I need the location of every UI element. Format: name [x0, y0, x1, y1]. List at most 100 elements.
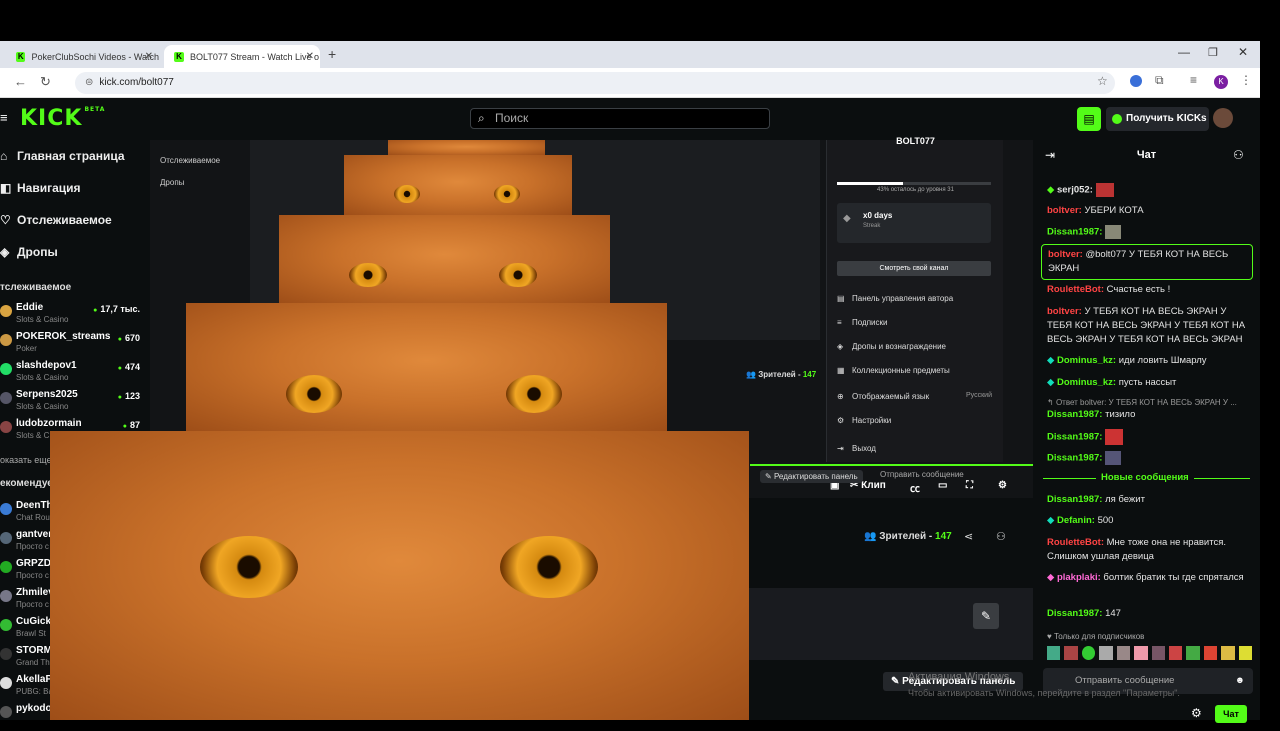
hamburger-menu-icon[interactable]: ≡ — [0, 110, 8, 125]
channel-category: Brawl St — [16, 629, 46, 638]
chat-username[interactable]: Dissan1987: — [1047, 227, 1102, 238]
emote-icon[interactable] — [1116, 646, 1131, 660]
browser-tab-1[interactable]: K PokerClubSochi Videos - Watch ✕ — [6, 45, 159, 68]
avatar — [0, 392, 12, 404]
user-avatar[interactable] — [1213, 108, 1233, 128]
chat-users-icon[interactable]: ⚇ — [1233, 148, 1244, 162]
get-kicks-button[interactable]: Получить KICKs — [1106, 107, 1209, 131]
chat-username[interactable]: Defanin: — [1057, 515, 1095, 526]
menu-item-collectibles[interactable]: ▦ Коллекционные предметы — [837, 366, 950, 375]
minimize-icon[interactable]: — — [1178, 45, 1190, 59]
chat-username[interactable]: Dissan1987: — [1047, 494, 1102, 505]
url-field[interactable]: ⊜ kick.com/bolt077 — [75, 72, 1115, 94]
close-window-icon[interactable]: ✕ — [1238, 45, 1248, 59]
subscriptions-icon: ≡ — [837, 318, 842, 327]
emote-icon[interactable] — [1151, 646, 1165, 660]
nav-following[interactable]: ♡ Отслеживаемое — [0, 213, 112, 227]
nav-browse[interactable]: ◧ Навигация — [0, 181, 81, 195]
chat-username[interactable]: boltver: — [1047, 306, 1082, 317]
emote-icon[interactable] — [1081, 646, 1096, 660]
emote-icon[interactable] — [1203, 646, 1218, 660]
kick-logo[interactable]: KICK BETA — [20, 106, 105, 131]
windows-activation-text: Чтобы активировать Windows, перейдите в … — [908, 688, 1180, 698]
reply-text: Ответ boltver: У ТЕБЯ КОТ НА ВЕСЬ ЭКРАН … — [1055, 398, 1237, 407]
restore-icon[interactable]: ❐ — [1208, 46, 1218, 59]
emote-icon[interactable] — [1238, 646, 1253, 660]
chat-username[interactable]: Dissan1987: — [1047, 453, 1102, 464]
followed-channel[interactable]: POKEROK_streams Poker 670 — [0, 331, 145, 359]
back-icon[interactable]: ← — [14, 74, 27, 89]
followed-channel[interactable]: slashdepov1 Slots & Casino 474 — [0, 360, 145, 388]
chat-username[interactable]: serj052: — [1057, 185, 1093, 196]
miniplayer-icon[interactable]: ▭ — [938, 480, 947, 491]
chat-username[interactable]: boltver: — [1048, 249, 1083, 260]
chat-username[interactable]: Dominus_kz: — [1057, 377, 1116, 388]
tab-title: BOLT077 Stream - Watch Live o — [190, 51, 320, 62]
nested-send-message[interactable]: Отправить сообщение — [880, 470, 964, 479]
follow-user-icon[interactable]: ⚇ — [996, 530, 1006, 543]
chat-message: ◆ serj052: — [1047, 183, 1252, 198]
profile-avatar[interactable]: K — [1214, 75, 1228, 89]
followed-channel[interactable]: Serpens2025 Slots & Casino 123 — [0, 389, 145, 417]
followed-channel[interactable]: Eddie Slots & Casino 17,7 тыс. — [0, 302, 145, 330]
emote-icon[interactable] — [1186, 646, 1200, 660]
edit-about-button[interactable]: ✎ — [973, 603, 999, 629]
emote-icon — [1105, 451, 1122, 465]
page-info-icon[interactable]: ⊜ — [85, 77, 93, 88]
chat-username[interactable]: Dissan1987: — [1047, 432, 1102, 443]
show-more-link[interactable]: оказать еще — [0, 455, 52, 465]
browser-tab-2[interactable]: K BOLT077 Stream - Watch Live o ✕ — [164, 45, 320, 68]
share-icon[interactable]: ⋖ — [964, 530, 973, 543]
menu-item-language[interactable]: ⊕ Отображаемый язык Русский — [837, 392, 992, 401]
emote-icon[interactable] — [1099, 646, 1113, 660]
logo-badge: BETA — [84, 106, 106, 113]
menu-item-logout[interactable]: ⇥ Выход — [837, 444, 876, 453]
creator-dashboard-button[interactable]: ▤ — [1077, 107, 1101, 131]
reading-list-icon[interactable]: ≡ — [1190, 73, 1197, 87]
chat-username[interactable]: RouletteBot: — [1047, 284, 1104, 295]
nav-drops[interactable]: ◈ Дропы — [0, 245, 58, 259]
search-input[interactable]: ⌕ Поиск — [470, 108, 770, 129]
channel-category: Poker — [16, 344, 37, 353]
menu-item-settings[interactable]: ⚙ Настройки — [837, 416, 891, 425]
menu-item-drops[interactable]: ◈ Дропы и вознаграждение — [837, 342, 946, 351]
emote-icon[interactable] — [1221, 646, 1235, 660]
chat-username[interactable]: boltver: — [1047, 205, 1082, 216]
heart-icon: ♥ — [1047, 632, 1054, 641]
emote-icon[interactable] — [1047, 646, 1061, 660]
chat-settings-icon[interactable]: ⚙ — [1191, 706, 1202, 720]
emoji-icon[interactable]: ☻ — [1235, 668, 1245, 694]
browser-menu-icon[interactable]: ⋮ — [1240, 73, 1252, 87]
extension-icon[interactable] — [1130, 75, 1142, 87]
chat-username[interactable]: Dissan1987: — [1047, 409, 1102, 420]
menu-item-subscriptions[interactable]: ≡ Подписки — [837, 318, 887, 327]
bookmark-star-icon[interactable]: ☆ — [1097, 74, 1108, 88]
chat-message: ◆ Defanin: 500 — [1047, 514, 1252, 528]
extensions-puzzle-icon[interactable]: ⧉ — [1155, 73, 1164, 88]
viewer-count: 123 — [118, 391, 140, 401]
chat-username[interactable]: Dominus_kz: — [1057, 355, 1116, 366]
settings-gear-icon[interactable]: ⚙ — [998, 480, 1007, 491]
edit-panel-button-nested[interactable]: ✎ Редактировать панель — [760, 470, 863, 483]
menu-item-dashboard[interactable]: ▤ Панель управления автора — [837, 294, 953, 303]
page-scrollbar[interactable] — [1260, 41, 1280, 720]
close-tab-icon[interactable]: ✕ — [306, 51, 314, 62]
drops-icon: ◈ — [837, 342, 844, 351]
new-tab-icon[interactable]: + — [328, 46, 336, 62]
send-chat-button[interactable]: Чат — [1215, 705, 1247, 723]
home-icon: ⌂ — [0, 149, 8, 163]
close-tab-icon[interactable]: ✕ — [145, 51, 153, 62]
captions-icon[interactable]: ㏄ — [910, 480, 920, 495]
nav-home[interactable]: ⌂ Главная страница — [0, 149, 125, 163]
emote-icon[interactable] — [1064, 646, 1078, 660]
cat-image-layer-3 — [279, 215, 610, 303]
chat-username[interactable]: plakplaki: — [1057, 572, 1101, 583]
fullscreen-icon[interactable]: ⛶ — [966, 480, 973, 491]
emote-icon[interactable] — [1168, 646, 1183, 660]
reload-icon[interactable]: ↻ — [40, 74, 51, 90]
chat-username[interactable]: Dissan1987: — [1047, 608, 1102, 619]
chat-username[interactable]: RouletteBot: — [1047, 537, 1104, 548]
language-value: Русский — [966, 392, 992, 399]
watch-channel-button[interactable]: Смотреть свой канал — [837, 261, 991, 276]
emote-icon[interactable] — [1134, 646, 1148, 660]
